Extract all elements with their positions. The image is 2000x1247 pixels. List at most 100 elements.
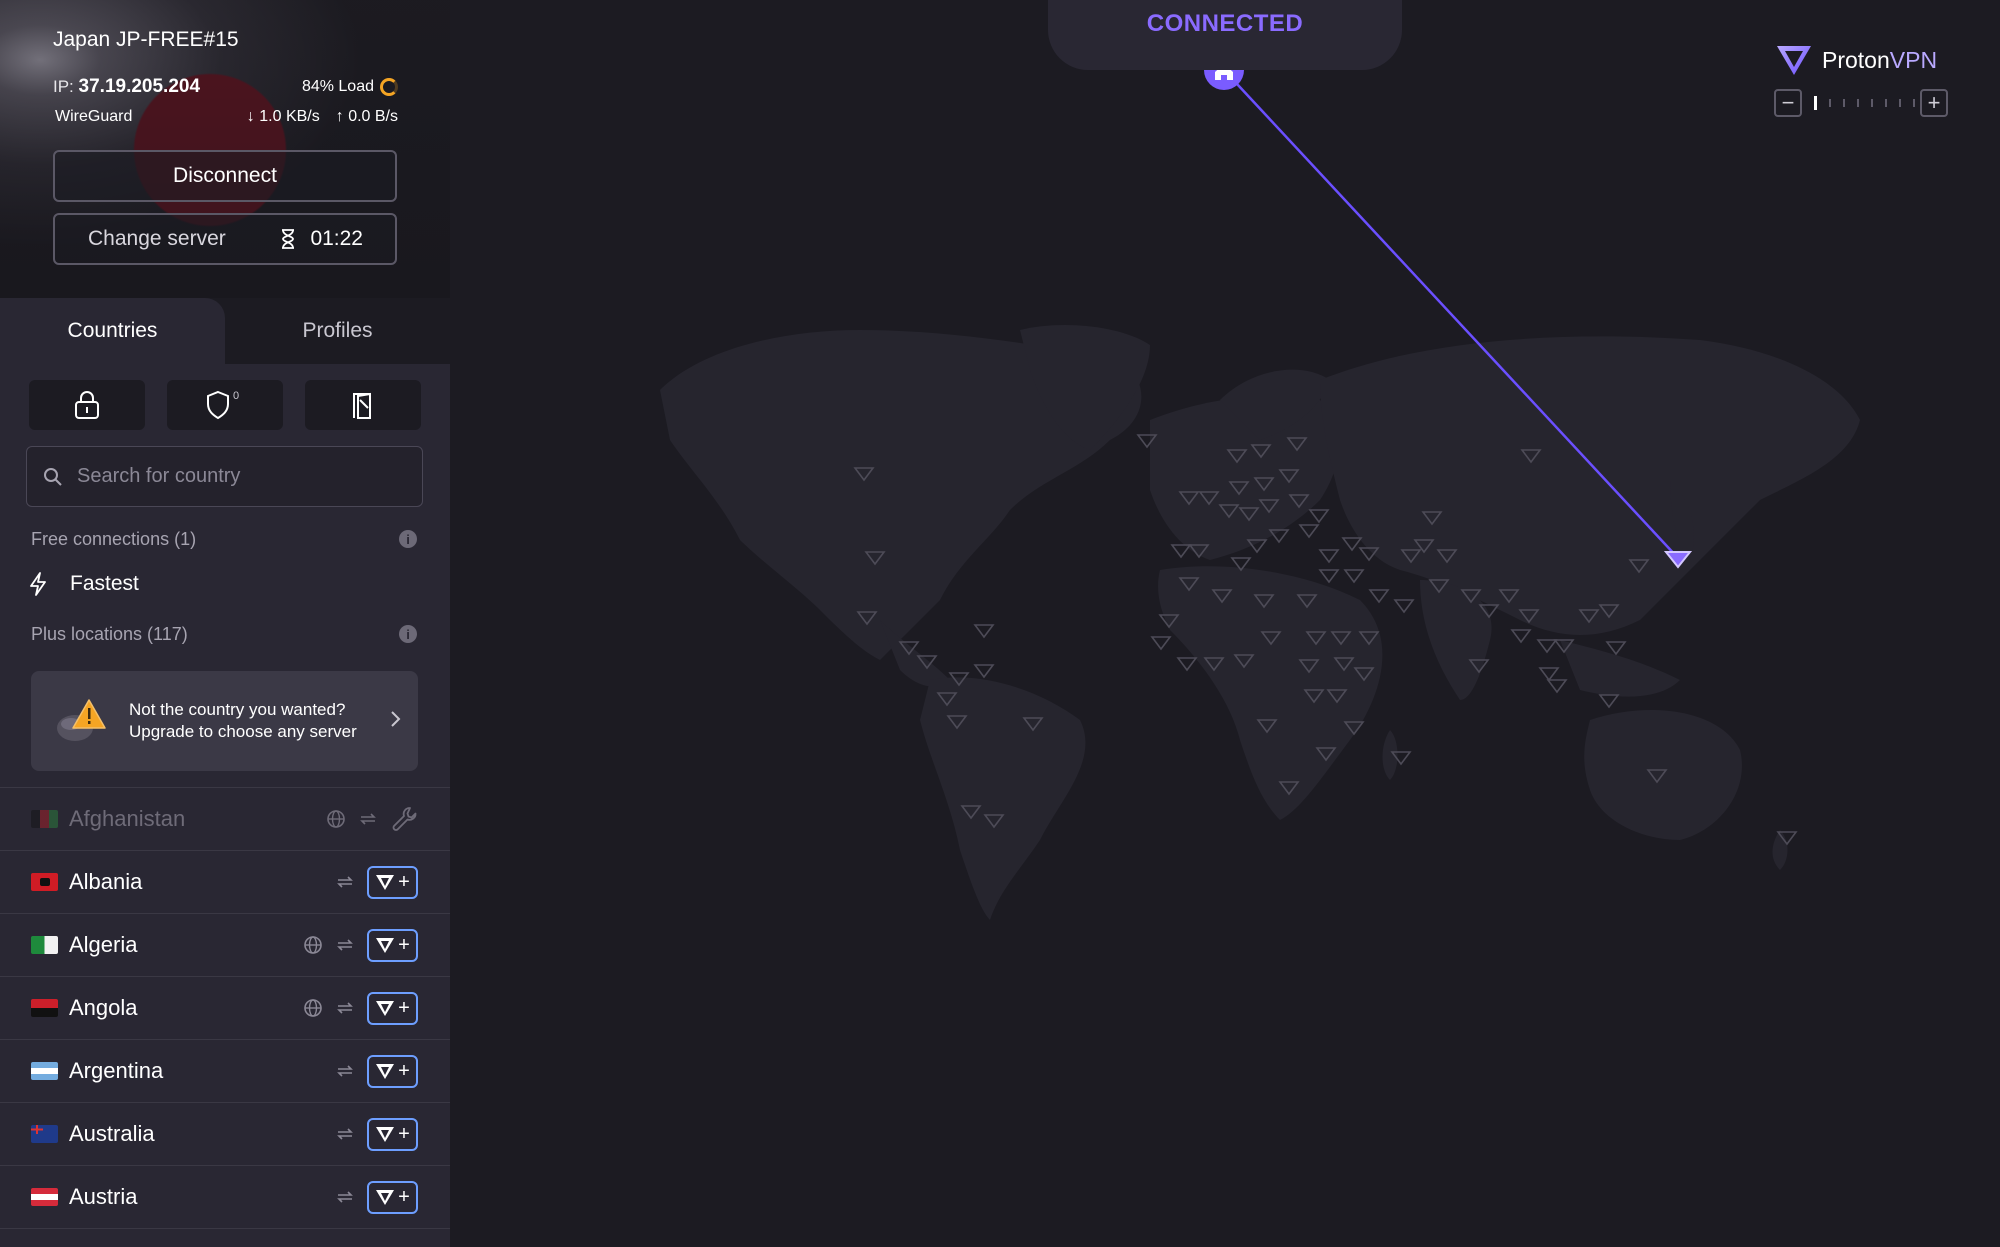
- country-features: [326, 805, 418, 833]
- country-features: +: [335, 865, 418, 899]
- country-row-angola[interactable]: Angola +: [0, 976, 450, 1039]
- upgrade-button[interactable]: +: [367, 1054, 418, 1088]
- country-row-albania[interactable]: Albania +: [0, 850, 450, 913]
- shield-icon: 0: [207, 390, 239, 420]
- protonvpn-logo-icon: [376, 1127, 395, 1142]
- flag-algeria: [31, 936, 58, 954]
- disconnect-button[interactable]: Disconnect: [53, 150, 397, 202]
- upgrade-button[interactable]: +: [367, 865, 418, 899]
- change-server-button[interactable]: Change server 01:22: [53, 213, 397, 265]
- country-features: +: [303, 991, 418, 1025]
- lock-icon: [75, 391, 99, 419]
- country-row-argentina[interactable]: Argentina +: [0, 1039, 450, 1102]
- sidebar: Japan JP-FREE#15 IP: 37.19.205.204 84% L…: [0, 0, 450, 1247]
- country-features: +: [335, 1054, 418, 1088]
- flag-albania: [31, 873, 58, 891]
- fastest-label: Fastest: [70, 572, 139, 595]
- ip-label: IP:: [53, 77, 74, 96]
- brand-vpn: VPN: [1889, 46, 1938, 73]
- server-load-text: 84% Load: [301, 78, 374, 95]
- hourglass-icon: [282, 229, 295, 249]
- upgrade-button[interactable]: +: [367, 1117, 418, 1151]
- fastest-button[interactable]: Fastest: [28, 572, 139, 596]
- secure-core-button[interactable]: [29, 380, 145, 430]
- protonvpn-logo-icon: [376, 938, 395, 953]
- protonvpn-logo-icon: [376, 1064, 395, 1079]
- load-ring-icon: [380, 78, 398, 96]
- netshield-button[interactable]: 0: [167, 380, 283, 430]
- country-row-australia[interactable]: Australia +: [0, 1102, 450, 1165]
- protonvpn-logo: ProtonVPN: [1776, 44, 1937, 76]
- arrow-down-icon: ↓: [246, 108, 255, 125]
- world-map[interactable]: [450, 0, 2000, 1247]
- flag-australia: [31, 1125, 58, 1143]
- upgrade-button[interactable]: +: [367, 1180, 418, 1214]
- p2p-icon: [360, 813, 376, 825]
- search-icon: [44, 467, 62, 486]
- search-box[interactable]: [26, 446, 423, 507]
- country-name: Argentina: [69, 1058, 164, 1083]
- protonvpn-logo-icon: [376, 1001, 395, 1016]
- map-area[interactable]: CONNECTED ProtonVPN − +: [450, 0, 2000, 1247]
- p2p-icon: [337, 1128, 353, 1140]
- info-icon[interactable]: i: [399, 530, 417, 548]
- change-server-timer: 01:22: [280, 227, 363, 251]
- country-name: Afghanistan: [69, 806, 186, 831]
- ip-address: IP: 37.19.205.204: [53, 76, 200, 98]
- server-name: Japan JP-FREE#15: [53, 28, 239, 51]
- p2p-icon: [337, 876, 353, 888]
- tor-globe-icon: [304, 936, 322, 954]
- p2p-icon: [337, 1065, 353, 1077]
- country-name: Austria: [69, 1184, 138, 1209]
- zoom-out-button[interactable]: −: [1774, 89, 1802, 117]
- brand-proton: Proton: [1822, 46, 1890, 73]
- tab-countries[interactable]: Countries: [0, 298, 225, 364]
- zoom-slider[interactable]: [1808, 89, 1918, 117]
- search-input[interactable]: [77, 465, 407, 488]
- country-row-partial[interactable]: [0, 1228, 450, 1247]
- svg-text:0: 0: [233, 390, 239, 402]
- arrow-up-icon: ↑: [335, 108, 344, 125]
- upload-speed: ↑ 0.0 B/s: [335, 108, 398, 125]
- server-load: 84% Load: [302, 78, 398, 96]
- upgrade-button[interactable]: +: [367, 991, 418, 1025]
- flag-angola: [31, 999, 58, 1017]
- tor-globe-icon: [304, 999, 322, 1017]
- country-row-algeria[interactable]: Algeria +: [0, 913, 450, 976]
- upgrade-button[interactable]: +: [367, 928, 418, 962]
- p2p-icon: [337, 1191, 353, 1203]
- protonvpn-logo-icon: [376, 1190, 395, 1205]
- country-name: Angola: [69, 995, 138, 1020]
- chevron-right-icon: [391, 711, 401, 727]
- plus-locations-label: Plus locations (117): [31, 624, 188, 644]
- zoom-control: − +: [1774, 89, 1948, 117]
- country-row-afghanistan[interactable]: Afghanistan: [0, 787, 450, 850]
- country-name: Albania: [69, 869, 143, 894]
- free-connections-label: Free connections (1): [31, 529, 197, 549]
- upgrade-banner-text: Not the country you wanted? Upgrade to c…: [129, 700, 357, 741]
- tor-globe-icon: [327, 810, 345, 828]
- download-speed: ↓ 1.0 KB/s: [246, 108, 320, 125]
- country-row-austria[interactable]: Austria +: [0, 1165, 450, 1228]
- tab-profiles[interactable]: Profiles: [225, 298, 450, 364]
- wrench-icon[interactable]: [390, 805, 418, 833]
- country-name: Algeria: [69, 932, 138, 957]
- lightning-icon: [30, 572, 46, 596]
- country-name: Australia: [69, 1121, 155, 1146]
- sidebar-tabs: Countries Profiles: [0, 298, 450, 364]
- ip-value: 37.19.205.204: [78, 76, 201, 97]
- protocol-label: WireGuard: [55, 108, 133, 125]
- connection-panel: Japan JP-FREE#15 IP: 37.19.205.204 84% L…: [0, 0, 450, 300]
- kill-switch-button[interactable]: [305, 380, 421, 430]
- flag-austria: [31, 1188, 58, 1206]
- zoom-in-button[interactable]: +: [1920, 89, 1948, 117]
- country-features: +: [335, 1180, 418, 1214]
- upgrade-banner[interactable]: Not the country you wanted? Upgrade to c…: [31, 671, 418, 771]
- connection-status: CONNECTED: [1146, 10, 1304, 37]
- transfer-speeds: ↓ 1.0 KB/s ↑ 0.0 B/s: [247, 108, 398, 126]
- p2p-icon: [337, 1002, 353, 1014]
- country-features: +: [303, 928, 418, 962]
- info-icon[interactable]: i: [399, 625, 417, 643]
- flag-argentina: [31, 1062, 58, 1080]
- door-icon: [353, 392, 371, 419]
